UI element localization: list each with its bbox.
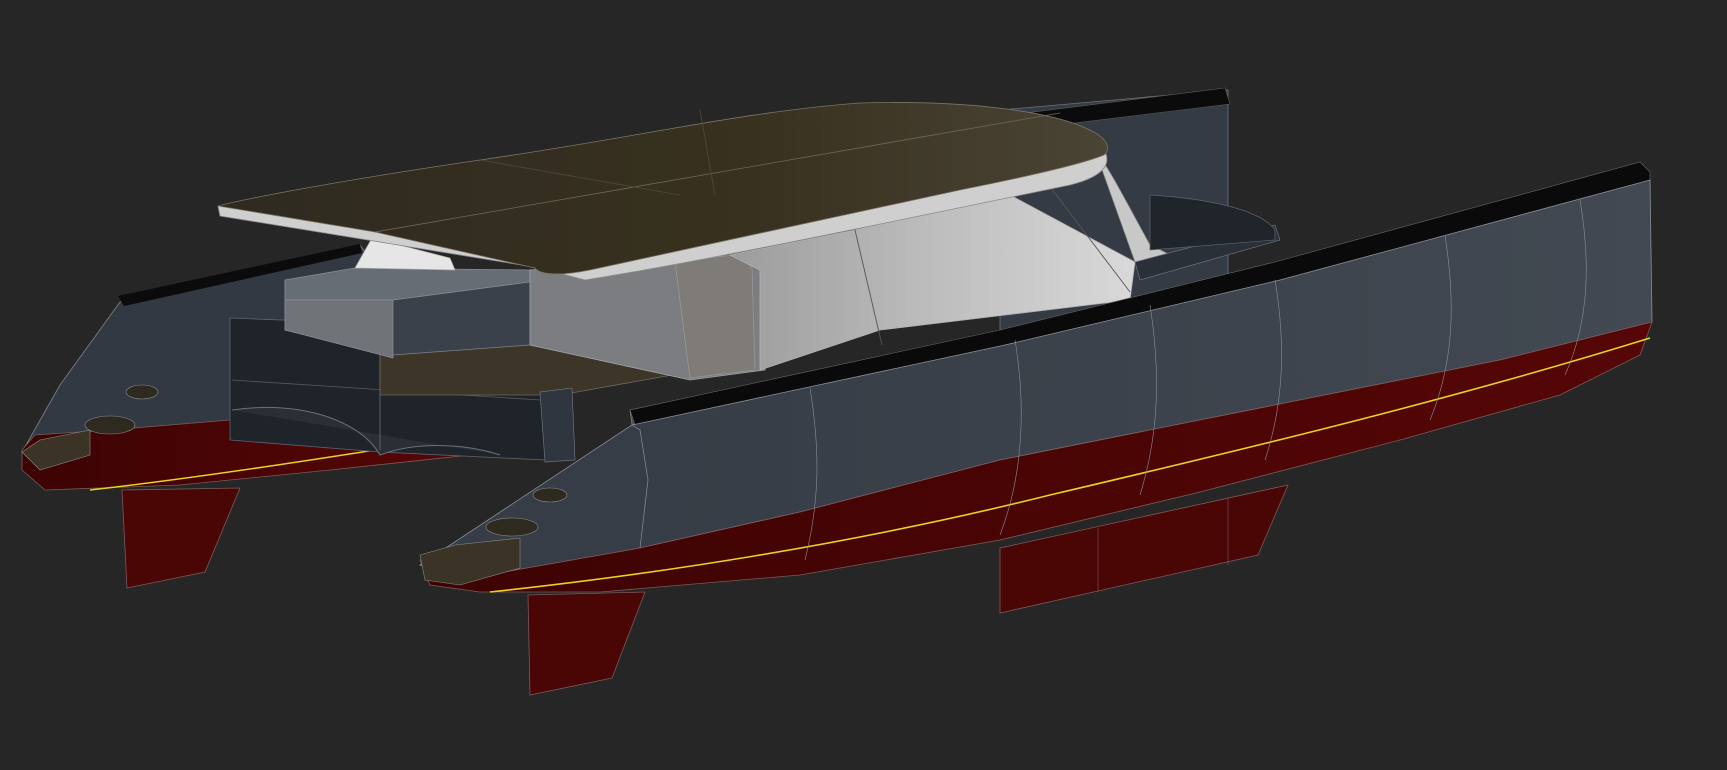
3d-viewport[interactable]	[0, 0, 1727, 770]
port-hull-bow-step-2	[84, 415, 136, 435]
port-hull-skeg	[121, 487, 241, 589]
starboard-bow-step-3	[532, 487, 568, 503]
port-hull-bow-step-3	[125, 384, 159, 400]
starboard-bow-step-2	[485, 517, 539, 537]
starboard-forward-skeg	[527, 591, 646, 696]
aft-cockpit-curve	[1149, 194, 1276, 251]
forward-deck-bulkhead	[539, 387, 576, 463]
